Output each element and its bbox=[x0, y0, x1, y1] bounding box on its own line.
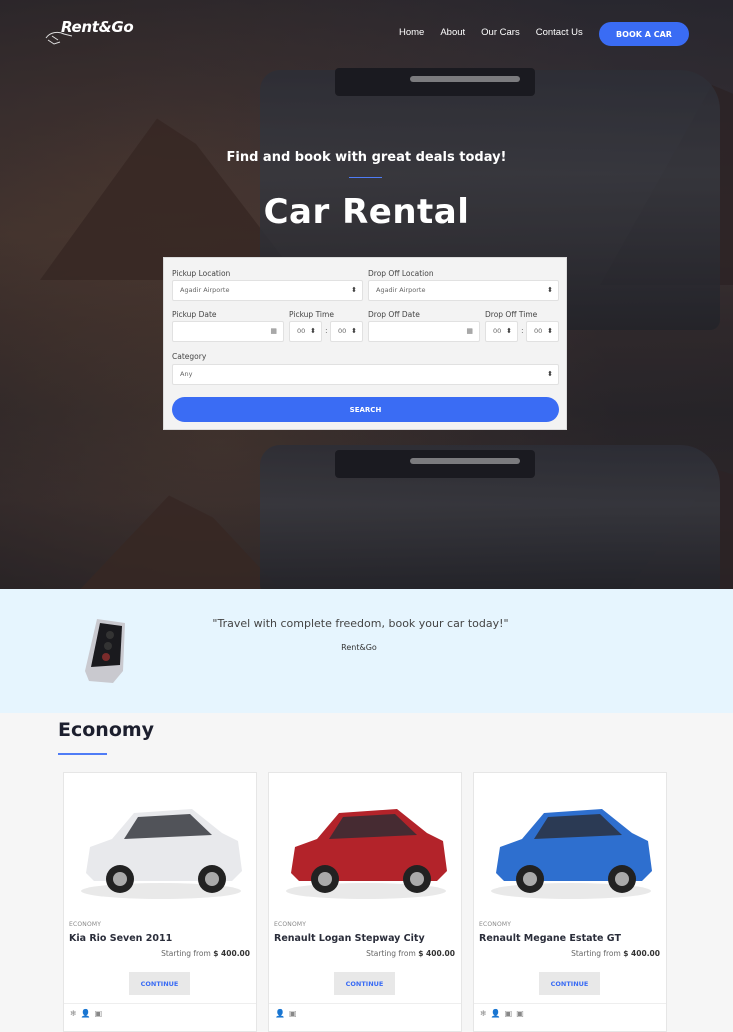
quote-text-content: "Travel with complete freedom, book your… bbox=[212, 617, 509, 630]
pickup-date-label: Pickup Date bbox=[172, 310, 217, 319]
car-features: ❄ 👤 ▣ ▣ bbox=[480, 1009, 524, 1018]
continue-button[interactable]: CONTINUE bbox=[129, 972, 190, 995]
car-price: Starting from $ 400.00 bbox=[366, 949, 455, 958]
car-image bbox=[286, 809, 447, 899]
pickup-date-input[interactable]: ▦ bbox=[172, 321, 284, 342]
hero-title: Car Rental bbox=[263, 192, 470, 232]
snowflake-icon: ❄ bbox=[480, 1009, 487, 1018]
card-divider bbox=[474, 1003, 666, 1004]
price-prefix: Starting from bbox=[366, 949, 416, 958]
car-price: Starting from $ 400.00 bbox=[571, 949, 660, 958]
car-category: ECONOMY bbox=[274, 921, 307, 928]
select-arrows-icon: ⬍ bbox=[547, 286, 553, 294]
car-image bbox=[491, 809, 652, 899]
continue-button[interactable]: CONTINUE bbox=[539, 972, 600, 995]
select-arrows-icon: ⬍ bbox=[351, 286, 357, 294]
select-arrows-icon: ⬍ bbox=[310, 327, 316, 335]
search-button[interactable]: SEARCH bbox=[172, 397, 559, 422]
nav-link-about[interactable]: About bbox=[440, 27, 465, 38]
price-value: $ 400.00 bbox=[623, 949, 660, 958]
price-prefix: Starting from bbox=[161, 949, 211, 958]
luggage-icon: ▣ bbox=[504, 1009, 513, 1018]
time-separator: : bbox=[521, 326, 524, 335]
pickup-location-select[interactable]: Agadir Airporte ⬍ bbox=[172, 280, 363, 301]
car-name: Kia Rio Seven 2011 bbox=[69, 933, 173, 944]
continue-button[interactable]: CONTINUE bbox=[334, 972, 395, 995]
luggage-icon: ▣ bbox=[288, 1009, 297, 1018]
car-card[interactable]: ECONOMY Renault Logan Stepway City Start… bbox=[268, 772, 462, 1032]
tagline-underline bbox=[349, 177, 382, 178]
calendar-icon: ▦ bbox=[270, 327, 277, 335]
quote-author: Rent&Go bbox=[341, 643, 377, 652]
logo[interactable]: Rent&Go bbox=[44, 18, 134, 50]
pickup-location-value: Agadir Airporte bbox=[180, 286, 230, 294]
car-category: ECONOMY bbox=[69, 921, 102, 928]
car-image bbox=[81, 809, 242, 899]
car-price: Starting from $ 400.00 bbox=[161, 949, 250, 958]
car-card[interactable]: ECONOMY Kia Rio Seven 2011 Starting from… bbox=[63, 772, 257, 1032]
category-value: Any bbox=[180, 370, 193, 378]
nav-link-home[interactable]: Home bbox=[399, 27, 424, 38]
select-arrows-icon: ⬍ bbox=[547, 327, 553, 335]
price-value: $ 400.00 bbox=[213, 949, 250, 958]
select-arrows-icon: ⬍ bbox=[547, 370, 553, 378]
card-divider bbox=[269, 1003, 461, 1004]
nav-link-our-cars[interactable]: Our Cars bbox=[481, 27, 520, 38]
select-arrows-icon: ⬍ bbox=[351, 327, 357, 335]
luggage-icon: ▣ bbox=[94, 1009, 103, 1018]
pickup-location-label: Pickup Location bbox=[172, 269, 231, 278]
book-a-car-button[interactable]: BOOK A CAR bbox=[599, 22, 689, 46]
section-title-economy: Economy bbox=[58, 719, 155, 741]
hero-tagline: Find and book with great deals today! bbox=[226, 150, 507, 165]
car-features: ❄ 👤 ▣ bbox=[70, 1009, 102, 1018]
logo-text: Rent&Go bbox=[61, 18, 134, 36]
nav-links: Home About Our Cars Contact Us bbox=[399, 27, 599, 38]
car-name: Renault Megane Estate GT bbox=[479, 933, 621, 944]
search-form: Pickup Location Agadir Airporte ⬍ Drop O… bbox=[163, 257, 567, 430]
dropoff-date-input[interactable]: ▦ bbox=[368, 321, 480, 342]
snowflake-icon: ❄ bbox=[70, 1009, 77, 1018]
car-features: 👤 ▣ bbox=[275, 1009, 297, 1018]
quote-text: "Travel with complete freedom, book your… bbox=[0, 617, 733, 630]
nav-link-contact-us[interactable]: Contact Us bbox=[536, 27, 583, 38]
car-category: ECONOMY bbox=[479, 921, 512, 928]
dropoff-location-select[interactable]: Agadir Airporte ⬍ bbox=[368, 280, 559, 301]
dropoff-minute-value: 00 bbox=[534, 327, 543, 335]
category-select[interactable]: Any ⬍ bbox=[172, 364, 559, 385]
top-nav: Rent&Go Home About Our Cars Contact Us B… bbox=[0, 0, 733, 68]
dropoff-hour-value: 00 bbox=[493, 327, 502, 335]
dropoff-location-value: Agadir Airporte bbox=[376, 286, 426, 294]
person-icon: 👤 bbox=[80, 1009, 91, 1018]
person-icon: 👤 bbox=[490, 1009, 501, 1018]
person-icon: 👤 bbox=[275, 1009, 285, 1018]
dropoff-time-label: Drop Off Time bbox=[485, 310, 538, 319]
pickup-minute-select[interactable]: 00 ⬍ bbox=[330, 321, 363, 342]
dropoff-location-label: Drop Off Location bbox=[368, 269, 434, 278]
car-name: Renault Logan Stepway City bbox=[274, 933, 425, 944]
select-arrows-icon: ⬍ bbox=[506, 327, 512, 335]
dropoff-minute-select[interactable]: 00 ⬍ bbox=[526, 321, 559, 342]
price-value: $ 400.00 bbox=[418, 949, 455, 958]
section-title-underline bbox=[58, 753, 107, 755]
pickup-hour-select[interactable]: 00 ⬍ bbox=[289, 321, 322, 342]
card-divider bbox=[64, 1003, 256, 1004]
pickup-hour-value: 00 bbox=[297, 327, 306, 335]
car-card[interactable]: ECONOMY Renault Megane Estate GT Startin… bbox=[473, 772, 667, 1032]
hero-banner: Rent&Go Home About Our Cars Contact Us B… bbox=[0, 0, 733, 589]
dropoff-hour-select[interactable]: 00 ⬍ bbox=[485, 321, 518, 342]
category-label: Category bbox=[172, 352, 207, 361]
dropoff-date-label: Drop Off Date bbox=[368, 310, 420, 319]
pickup-minute-value: 00 bbox=[338, 327, 347, 335]
calendar-icon: ▦ bbox=[466, 327, 473, 335]
price-prefix: Starting from bbox=[571, 949, 621, 958]
luggage-icon: ▣ bbox=[516, 1009, 524, 1018]
pickup-time-label: Pickup Time bbox=[289, 310, 334, 319]
time-separator: : bbox=[325, 326, 328, 335]
